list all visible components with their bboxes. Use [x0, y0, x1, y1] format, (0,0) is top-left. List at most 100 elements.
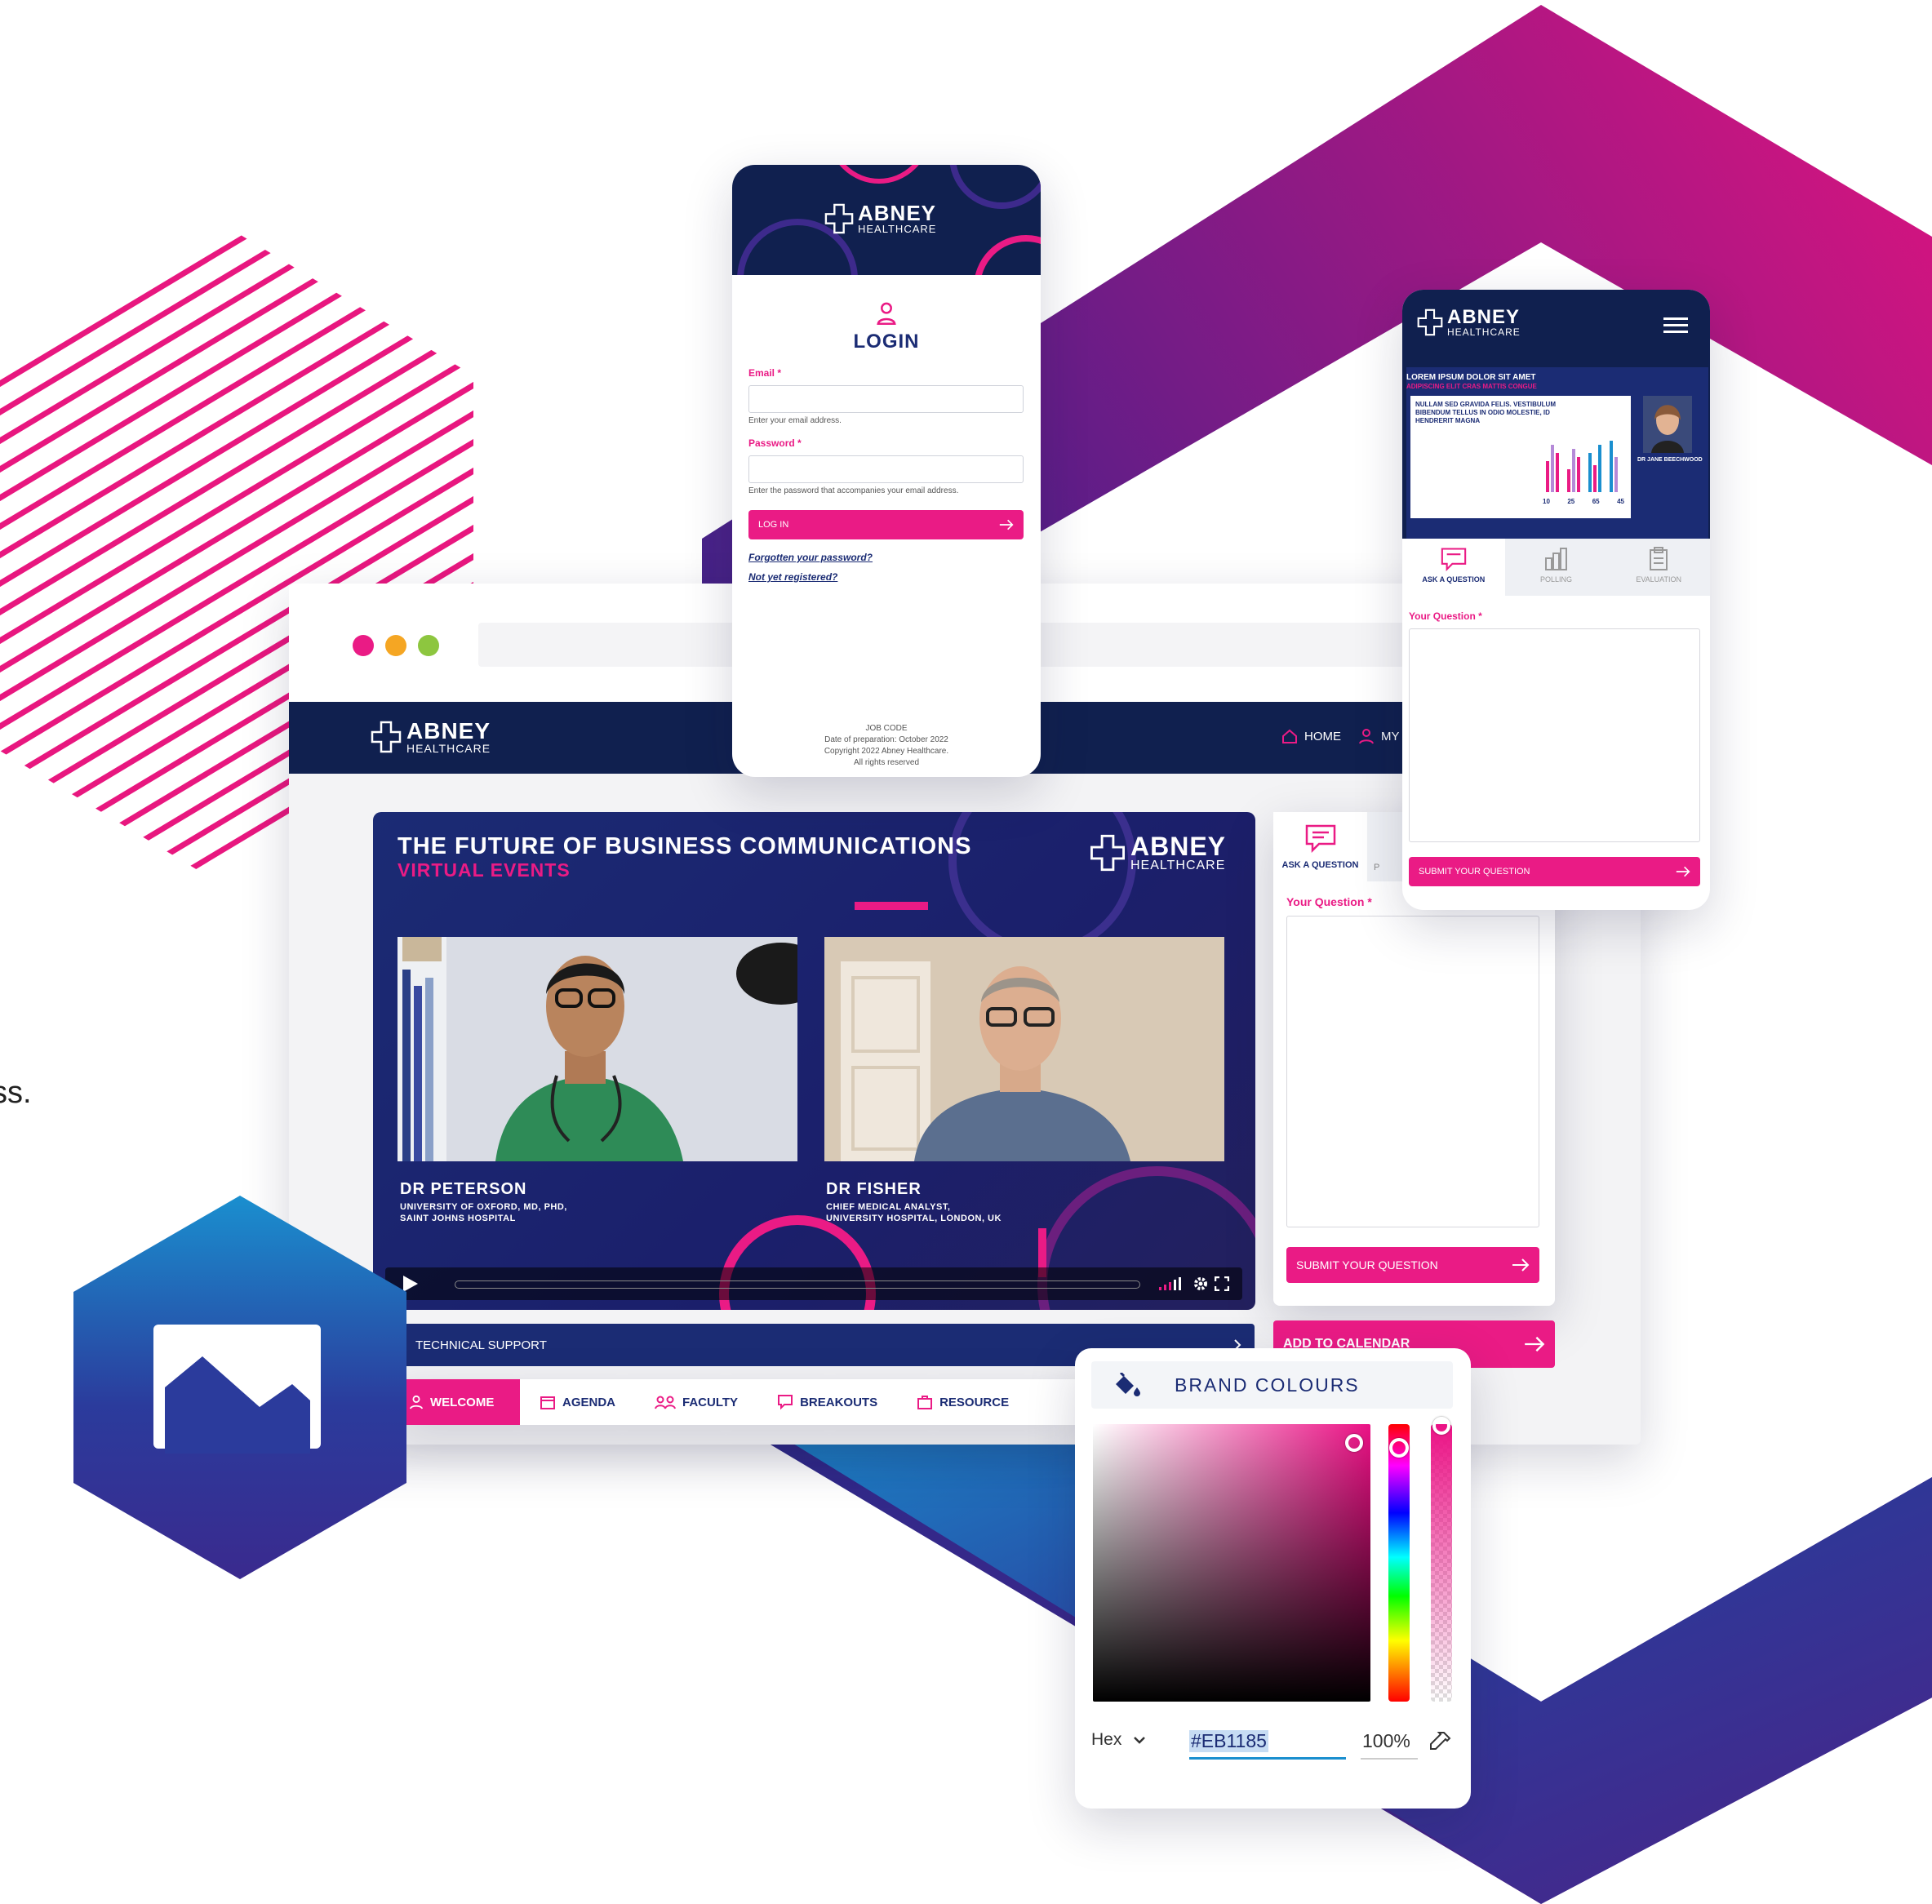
opacity-value: 100% — [1362, 1730, 1410, 1751]
cross-logo-icon — [824, 203, 854, 233]
bar-chart-icon — [1544, 548, 1567, 570]
submit-question-button[interactable]: SUBMIT YOUR QUESTION — [1409, 857, 1700, 886]
settings-icon[interactable] — [1193, 1276, 1208, 1291]
stat: 45 — [1617, 498, 1624, 505]
picker-title: BRAND COLOURS — [1175, 1374, 1360, 1396]
slide-content: NULLAM SED GRAVIDA FELIS. VESTIBULUM BIB… — [1410, 396, 1631, 518]
tab-label: BREAKOUTS — [800, 1395, 878, 1409]
forgot-password-link[interactable]: Forgotten your password? — [748, 552, 873, 563]
tab-ask-question[interactable]: ASK A QUESTION — [1402, 539, 1505, 596]
tab-label: FACULTY — [682, 1395, 739, 1409]
tab-ask-question[interactable]: ASK A QUESTION — [1273, 812, 1367, 881]
login-button[interactable]: LOG IN — [748, 510, 1024, 539]
paint-bucket-icon — [1116, 1373, 1140, 1396]
job-code: JOB CODE — [865, 724, 908, 733]
tab-label: WELCOME — [430, 1395, 495, 1409]
tab-label: AGENDA — [562, 1395, 616, 1409]
alpha-slider[interactable] — [1431, 1424, 1452, 1702]
arrow-right-icon — [1676, 866, 1690, 877]
rights: All rights reserved — [853, 758, 920, 767]
speech-bubble-icon — [1305, 824, 1335, 854]
slide-bar-chart — [1546, 441, 1618, 492]
tab-faculty[interactable]: FACULTY — [635, 1379, 757, 1425]
question-textarea[interactable] — [1286, 916, 1539, 1227]
minimize-dot[interactable] — [385, 635, 406, 656]
picker-header: BRAND COLOURS — [1091, 1361, 1453, 1409]
prep-date: Date of preparation: October 2022 — [824, 735, 948, 744]
hue-handle[interactable] — [1389, 1438, 1409, 1458]
stat: 10 — [1543, 498, 1550, 505]
tab-polling[interactable]: POLLING — [1505, 539, 1608, 596]
submit-label: SUBMIT YOUR QUESTION — [1419, 867, 1530, 877]
stat: 65 — [1592, 498, 1600, 505]
phone-header: ABNEY HEALTHCARE LOREM IPSUM DOLOR SIT A… — [1402, 290, 1710, 539]
close-dot[interactable] — [353, 635, 374, 656]
partial-caption: ss. — [0, 1076, 32, 1110]
nav-home[interactable]: HOME — [1281, 728, 1341, 744]
tab-agenda[interactable]: AGENDA — [520, 1379, 635, 1425]
speaker-name: DR JANE BEECHWOOD — [1637, 457, 1703, 463]
email-field[interactable] — [748, 385, 1024, 413]
tab-welcome[interactable]: WELCOME — [389, 1379, 520, 1425]
fullscreen-icon[interactable] — [1215, 1276, 1229, 1291]
password-field[interactable] — [748, 455, 1024, 483]
slide-stats: 10 25 65 45 — [1543, 498, 1624, 505]
nav-my[interactable]: MY — [1358, 728, 1400, 744]
tab-evaluation[interactable]: EVALUATION — [1607, 539, 1710, 596]
logo-sub: HEALTHCARE — [858, 223, 937, 235]
slide-heading: NULLAM SED GRAVIDA FELIS. VESTIBULUM BIB… — [1415, 401, 1556, 424]
tab-label: RESOURCE — [939, 1395, 1010, 1409]
email-label: Email * — [748, 367, 782, 379]
submit-question-button[interactable]: SUBMIT YOUR QUESTION — [1286, 1247, 1539, 1283]
speaker-role: UNIVERSITY OF OXFORD, MD, PHD, SAINT JOH… — [400, 1202, 567, 1223]
phone-login-screen: ABNEY HEALTHCARE LOGIN Email * Enter you… — [732, 165, 1041, 777]
volume-icon[interactable] — [1159, 1277, 1184, 1290]
eyedropper-icon[interactable] — [1428, 1730, 1452, 1755]
sv-handle[interactable] — [1345, 1434, 1363, 1452]
video-feed-peterson[interactable] — [398, 937, 797, 1161]
hex-input[interactable]: #EB1185 — [1189, 1724, 1346, 1760]
question-label: Your Question * — [1286, 895, 1372, 908]
question-textarea[interactable] — [1409, 628, 1700, 842]
logo-name: ABNEY — [1130, 832, 1227, 861]
progress-bar[interactable] — [455, 1280, 1140, 1289]
tab-breakouts[interactable]: BREAKOUTS — [757, 1379, 897, 1425]
player-logo: ABNEY HEALTHCARE — [1090, 833, 1226, 872]
logo-name: ABNEY — [858, 201, 937, 225]
login-logo: ABNEY HEALTHCARE — [824, 202, 936, 234]
home-icon — [1282, 729, 1297, 743]
event-tabs: WELCOME AGENDA FACULTY BREAKOUTS RESOURC… — [389, 1379, 1083, 1425]
tab-label: ASK A QUESTION — [1422, 575, 1486, 584]
copyright: Copyright 2022 Abney Healthcare. — [824, 747, 949, 756]
nav-home-label: HOME — [1304, 729, 1341, 743]
tech-support-label: TECHNICAL SUPPORT — [415, 1338, 547, 1352]
password-label: Password * — [748, 437, 802, 449]
speech-bubble-icon — [1441, 548, 1467, 572]
speaker-role: CHIEF MEDICAL ANALYST, UNIVERSITY HOSPIT… — [826, 1202, 1002, 1223]
speaker-video-image — [824, 937, 1224, 1161]
chat-icon — [778, 1395, 793, 1410]
event-subtitle: VIRTUAL EVENTS — [398, 859, 571, 881]
maximize-dot[interactable] — [418, 635, 439, 656]
hamburger-menu-icon[interactable] — [1663, 316, 1688, 334]
register-link[interactable]: Not yet registered? — [748, 571, 837, 583]
hue-slider[interactable] — [1388, 1424, 1410, 1702]
alpha-handle[interactable] — [1432, 1417, 1450, 1435]
email-hint: Enter your email address. — [748, 416, 842, 425]
saturation-value-field[interactable] — [1093, 1424, 1370, 1702]
site-logo[interactable]: ABNEY HEALTHCARE — [371, 720, 491, 754]
people-icon — [655, 1396, 676, 1409]
hex-value: #EB1185 — [1189, 1730, 1268, 1752]
format-select[interactable]: Hex — [1091, 1730, 1146, 1750]
phone-logo: ABNEY HEALTHCARE — [1417, 308, 1521, 337]
slide-title: LOREM IPSUM DOLOR SIT AMET — [1406, 373, 1536, 382]
user-icon — [409, 1395, 424, 1409]
tab-resource[interactable]: RESOURCE — [897, 1379, 1028, 1425]
cross-logo-icon — [1090, 834, 1125, 872]
opacity-input[interactable]: 100% — [1361, 1724, 1418, 1760]
video-feed-fisher[interactable] — [824, 937, 1224, 1161]
phone-tabs: ASK A QUESTION POLLING EVALUATION — [1402, 539, 1710, 596]
login-title: LOGIN — [853, 331, 920, 353]
video-controls — [385, 1267, 1242, 1300]
speaker-name: DR PETERSON — [400, 1180, 527, 1198]
